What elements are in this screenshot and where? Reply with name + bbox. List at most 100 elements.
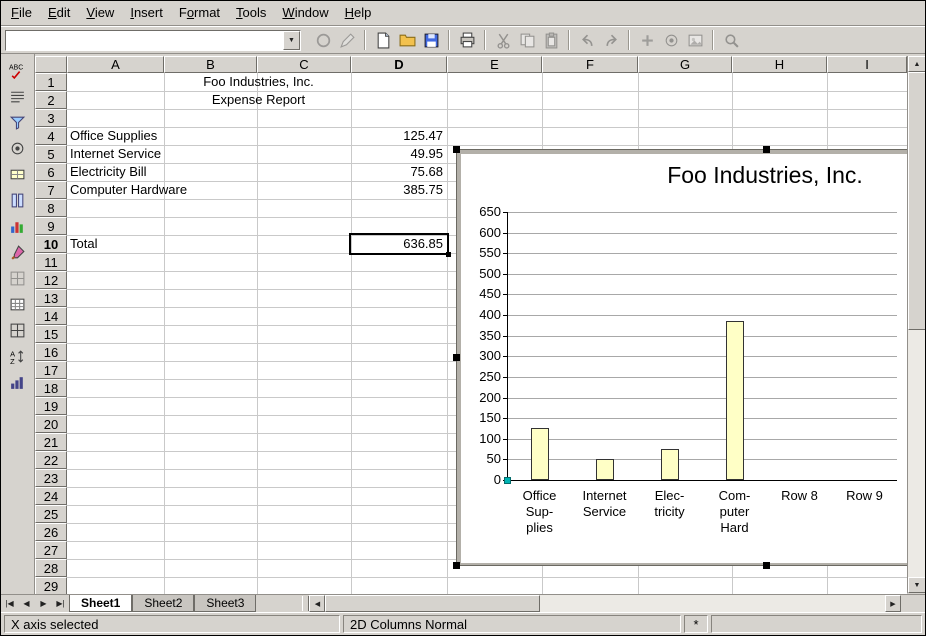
name-box[interactable]: ▼: [5, 30, 301, 51]
vertical-scrollbar-thumb[interactable]: [908, 72, 925, 330]
new-document-icon[interactable]: [371, 28, 395, 52]
column-header-h[interactable]: H: [732, 56, 827, 73]
column-header-g[interactable]: G: [638, 56, 732, 73]
cell-d10[interactable]: 636.85: [352, 235, 446, 253]
row-header-9[interactable]: 9: [35, 217, 67, 235]
horizontal-scrollbar-track[interactable]: [540, 595, 885, 612]
scroll-left-button[interactable]: ◀: [309, 595, 325, 612]
row-header-28[interactable]: 28: [35, 559, 67, 577]
row-header-10[interactable]: 10: [35, 235, 67, 253]
scroll-down-button[interactable]: ▼: [908, 577, 925, 593]
row-header-26[interactable]: 26: [35, 523, 67, 541]
bar-office-supplies[interactable]: [531, 428, 549, 480]
insert-chart-icon[interactable]: [5, 214, 31, 238]
row-header-21[interactable]: 21: [35, 433, 67, 451]
row-header-25[interactable]: 25: [35, 505, 67, 523]
chart-resize-handle-bottom[interactable]: [763, 562, 770, 569]
row-header-4[interactable]: 4: [35, 127, 67, 145]
column-header-i[interactable]: I: [827, 56, 907, 73]
row-header-11[interactable]: 11: [35, 253, 67, 271]
row-header-24[interactable]: 24: [35, 487, 67, 505]
select-all-corner[interactable]: [35, 56, 67, 73]
row-header-14[interactable]: 14: [35, 307, 67, 325]
fill-handle[interactable]: [446, 252, 451, 257]
x-axis[interactable]: [507, 480, 897, 481]
row-header-8[interactable]: 8: [35, 199, 67, 217]
chart-object[interactable]: Foo Industries, Inc. 0501001502002503003…: [456, 149, 907, 566]
row-header-29[interactable]: 29: [35, 577, 67, 594]
bar-internet-service[interactable]: [596, 459, 614, 480]
vertical-scrollbar[interactable]: ▲ ▼: [907, 56, 925, 593]
row-header-13[interactable]: 13: [35, 289, 67, 307]
menu-format[interactable]: Format: [171, 2, 228, 24]
chart-resize-handle-bottom-left[interactable]: [453, 562, 460, 569]
first-sheet-button[interactable]: |◀: [1, 595, 18, 612]
menu-file[interactable]: File: [3, 2, 40, 24]
row-header-16[interactable]: 16: [35, 343, 67, 361]
column-header-e[interactable]: E: [447, 56, 542, 73]
row-header-12[interactable]: 12: [35, 271, 67, 289]
column-header-a[interactable]: A: [67, 56, 164, 73]
cell-b2-c2[interactable]: Expense Report: [165, 91, 350, 109]
row-header-20[interactable]: 20: [35, 415, 67, 433]
menu-help[interactable]: Help: [337, 2, 380, 24]
bar-electricity[interactable]: [661, 449, 679, 480]
chart-resize-handle-top[interactable]: [763, 146, 770, 153]
row-header-1[interactable]: 1: [35, 73, 67, 91]
row-header-17[interactable]: 17: [35, 361, 67, 379]
row-header-3[interactable]: 3: [35, 109, 67, 127]
find-replace-icon[interactable]: [5, 84, 31, 108]
cell-d4[interactable]: 125.47: [352, 127, 446, 145]
cell-d6[interactable]: 75.68: [352, 163, 446, 181]
save-icon[interactable]: [419, 28, 443, 52]
name-box-dropdown-button[interactable]: ▼: [283, 31, 300, 50]
row-header-7[interactable]: 7: [35, 181, 67, 199]
sheet-tab-sheet2[interactable]: Sheet2: [132, 595, 194, 612]
sort-icon[interactable]: AZ: [5, 344, 31, 368]
cell-d7[interactable]: 385.75: [352, 181, 446, 199]
menu-view[interactable]: View: [78, 2, 122, 24]
draw-functions-icon[interactable]: [5, 240, 31, 264]
cell-b1-c1[interactable]: Foo Industries, Inc.: [165, 73, 350, 91]
row-header-22[interactable]: 22: [35, 451, 67, 469]
print-icon[interactable]: [455, 28, 479, 52]
bar-computer-hardware[interactable]: [726, 321, 744, 480]
column-header-c[interactable]: C: [257, 56, 351, 73]
next-sheet-button[interactable]: ▶: [35, 595, 52, 612]
menu-window[interactable]: Window: [274, 2, 336, 24]
chart-resize-handle-left[interactable]: [453, 354, 460, 361]
column-header-f[interactable]: F: [542, 56, 638, 73]
menu-edit[interactable]: Edit: [40, 2, 78, 24]
row-header-27[interactable]: 27: [35, 541, 67, 559]
row-header-15[interactable]: 15: [35, 325, 67, 343]
row-header-6[interactable]: 6: [35, 163, 67, 181]
insert-cells-icon[interactable]: [5, 162, 31, 186]
scroll-up-button[interactable]: ▲: [908, 56, 925, 72]
menu-insert[interactable]: Insert: [122, 2, 171, 24]
autofilter-icon[interactable]: [5, 110, 31, 134]
menu-tools[interactable]: Tools: [228, 2, 274, 24]
row-header-18[interactable]: 18: [35, 379, 67, 397]
horizontal-scrollbar[interactable]: ◀ ▶: [309, 595, 901, 612]
column-header-b[interactable]: B: [164, 56, 257, 73]
previous-sheet-button[interactable]: ◀: [18, 595, 35, 612]
sheet-tab-sheet1[interactable]: Sheet1: [69, 595, 132, 612]
row-header-23[interactable]: 23: [35, 469, 67, 487]
row-header-19[interactable]: 19: [35, 397, 67, 415]
cell-a10[interactable]: Total: [68, 235, 163, 253]
row-header-2[interactable]: 2: [35, 91, 67, 109]
spellcheck-icon[interactable]: ABC: [5, 58, 31, 82]
row-header-5[interactable]: 5: [35, 145, 67, 163]
cell-a4[interactable]: Office Supplies: [68, 127, 163, 145]
borders-icon[interactable]: [5, 318, 31, 342]
x-axis-selection-handle[interactable]: [504, 477, 511, 484]
chart-resize-handle-top-left[interactable]: [453, 146, 460, 153]
horizontal-scrollbar-thumb[interactable]: [325, 595, 540, 612]
insert-columns-icon[interactable]: [5, 188, 31, 212]
chart-title[interactable]: Foo Industries, Inc.: [457, 162, 907, 189]
open-icon[interactable]: [395, 28, 419, 52]
group-icon[interactable]: [5, 370, 31, 394]
column-header-d[interactable]: D: [351, 56, 447, 73]
sheet-tab-sheet3[interactable]: Sheet3: [194, 595, 256, 612]
cell-a7[interactable]: Computer Hardware: [68, 181, 163, 199]
